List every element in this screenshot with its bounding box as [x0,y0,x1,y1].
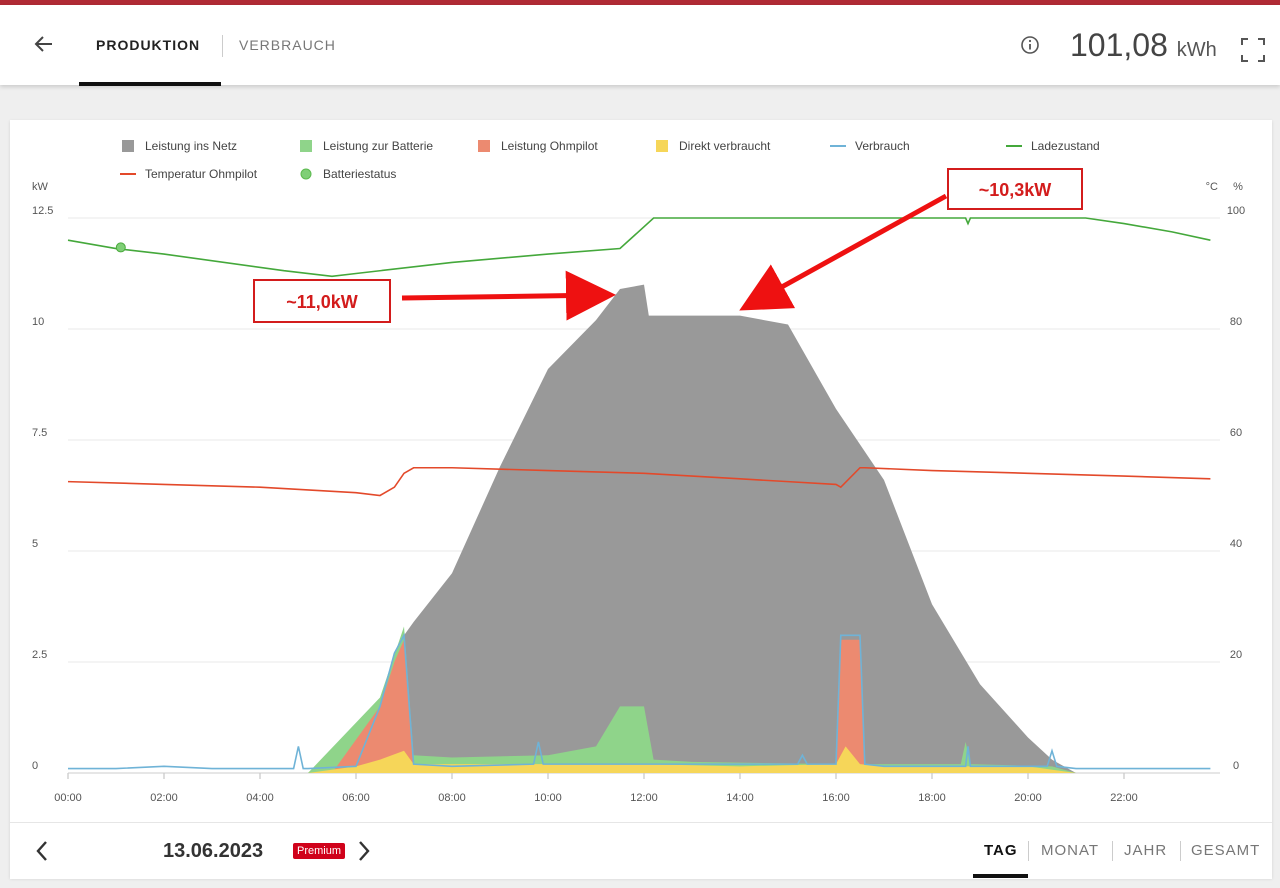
y-tick-label-left: 10 [32,316,44,328]
y-tick-label-left: 7.5 [32,427,47,439]
period-tag[interactable]: TAG [984,842,1018,859]
back-arrow-icon[interactable] [28,27,60,61]
annotation-label: ~10,3kW [979,180,1052,200]
premium-badge: Premium [293,843,346,859]
legend-label: Leistung Ohmpilot [501,139,598,153]
y-tick-label-left: 12.5 [32,205,53,217]
x-tick-label: 18:00 [918,792,946,804]
period-divider [1180,841,1181,861]
period-divider [1112,841,1113,861]
x-tick-label: 02:00 [150,792,178,804]
tab-verbrauch[interactable]: VERBRAUCH [239,37,336,53]
total-energy-unit: kWh [1176,39,1217,61]
y-tick-label-right: 40 [1230,538,1242,550]
legend-swatch [656,140,668,152]
previous-day-arrow-icon[interactable] [30,837,54,865]
ladezustand-line [67,217,1211,278]
total-energy: 101,08 kWh [1070,27,1217,64]
annotation-label: ~11,0kW [286,292,358,312]
tab-divider [222,35,223,57]
y-tick-label-left: 2.5 [32,649,47,661]
x-tick-label: 12:00 [630,792,658,804]
production-chart: 0 2.5 5 7.5 10 12.5 0 20 40 60 80 100 kW °C % 00:00 02:0… [32,139,1245,804]
next-day-arrow-icon[interactable] [352,837,376,865]
x-tick-label: 10:00 [534,792,562,804]
x-tick-label: 04:00 [246,792,274,804]
period-gesamt[interactable]: GESAMT [1191,842,1260,859]
total-energy-value: 101,08 [1070,27,1168,63]
y-tick-label-left: 5 [32,538,38,550]
period-monat[interactable]: MONAT [1041,842,1099,859]
legend-label: Leistung zur Batterie [323,139,433,153]
y-axis-unit-right-percent: % [1233,181,1243,193]
y-tick-label-left: 0 [32,760,38,772]
selected-date[interactable]: 13.06.2023 [163,840,263,863]
chart-card: 0 2.5 5 7.5 10 12.5 0 20 40 60 80 100 kW °C% 00:00 02:0… [10,120,1272,878]
legend-swatch [300,168,312,180]
active-period-indicator [973,874,1028,878]
x-tick-label: 00:00 [54,792,82,804]
netz-area [68,284,1220,773]
legend-label: Ladezustand [1031,139,1100,153]
info-icon[interactable] [1020,35,1040,55]
x-tick-label: 16:00 [822,792,850,804]
period-divider [1028,841,1029,861]
batteriestatus-point [115,242,126,253]
y-tick-label-right: 100 [1227,205,1245,217]
y-axis-unit-left: kW [32,181,49,193]
legend-label: Temperatur Ohmpilot [145,167,258,181]
x-tick-label: 22:00 [1110,792,1138,804]
y-tick-label-right: 60 [1230,427,1242,439]
y-tick-label-right: 80 [1230,316,1242,328]
legend-label: Direkt verbraucht [679,139,771,153]
tab-produktion[interactable]: PRODUKTION [96,37,200,53]
active-tab-indicator [79,82,221,86]
x-tick-label: 14:00 [726,792,754,804]
legend-swatch [478,140,490,152]
y-tick-label-right: 0 [1233,760,1239,772]
legend-label: Verbrauch [855,139,910,153]
period-jahr[interactable]: JAHR [1124,842,1167,859]
legend-label: Batteriestatus [323,167,396,181]
x-tick-label: 06:00 [342,792,370,804]
y-tick-label-right: 20 [1230,649,1242,661]
y-axis-unit-right-temp: °C [1206,181,1218,193]
fullscreen-icon[interactable] [1240,37,1266,63]
x-tick-label: 20:00 [1014,792,1042,804]
annotation-arrow [401,270,616,321]
legend-swatch [122,140,134,152]
date-footer: 13.06.2023 Premium TAG MONAT JAHR GESAMT [10,822,1272,879]
legend-swatch [300,140,312,152]
annotation-arrow [739,193,948,311]
x-tick-label: 08:00 [438,792,466,804]
legend-label: Leistung ins Netz [145,139,237,153]
app-header: PRODUKTION VERBRAUCH 101,08 kWh [0,5,1280,86]
